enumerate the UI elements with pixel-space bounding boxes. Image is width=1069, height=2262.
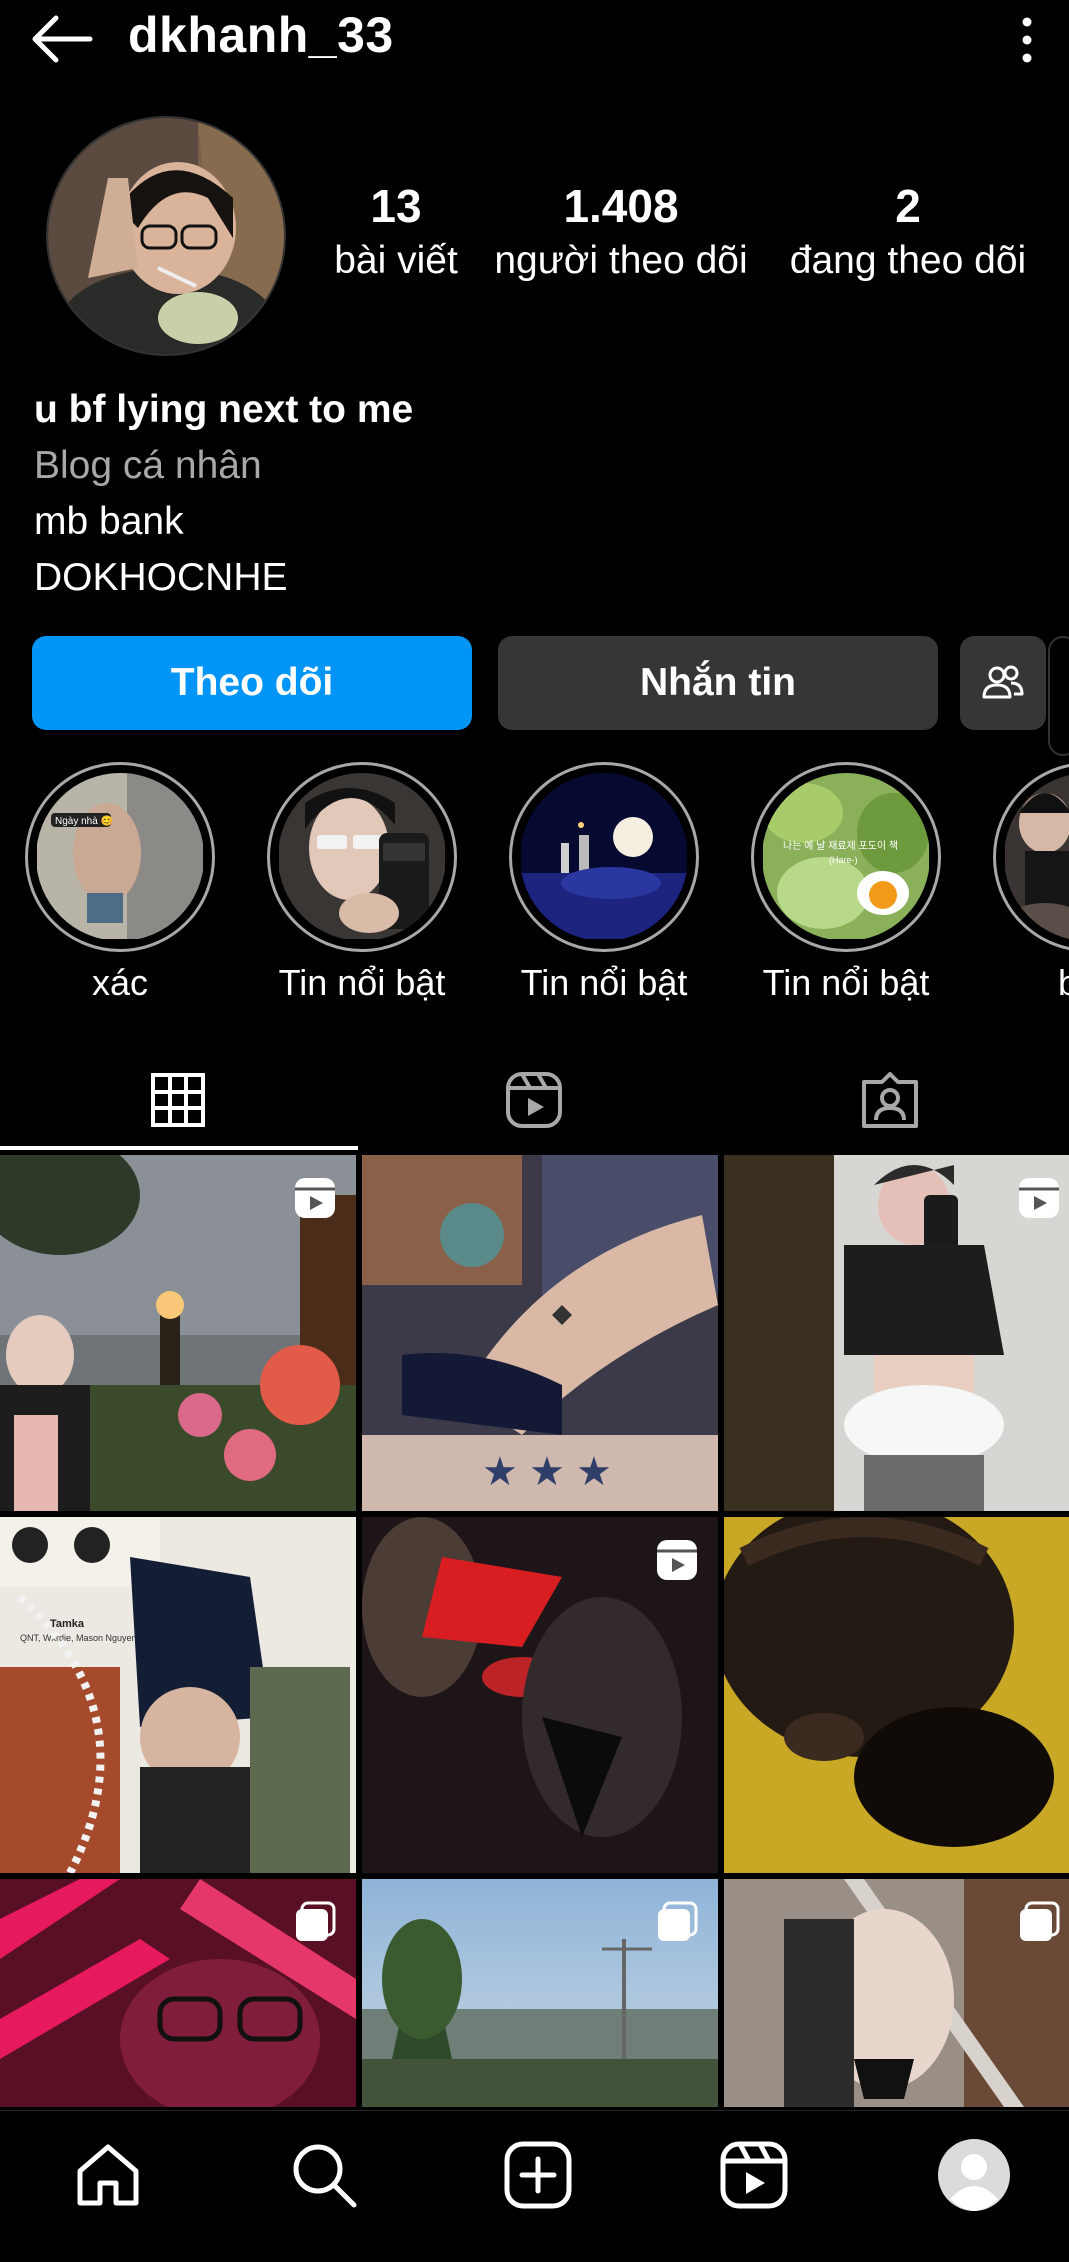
edge-card-hint <box>1048 636 1069 756</box>
highlight-label: Tin nổi bật <box>762 962 930 1003</box>
stat-following-count: 2 <box>895 180 921 232</box>
stat-following[interactable]: 2 đang theo dõi <box>776 178 1040 288</box>
tab-reels[interactable] <box>356 1050 712 1150</box>
tagged-icon <box>862 1072 918 1128</box>
stat-posts-label: bài viết <box>334 239 458 282</box>
story-highlight[interactable]: Tin nổi bật <box>262 762 462 1004</box>
stat-posts[interactable]: 13 bài viết <box>322 178 470 288</box>
profile-tabs <box>0 1050 1069 1150</box>
suggested-accounts-button[interactable] <box>960 636 1046 730</box>
post-thumbnail[interactable] <box>724 1155 1069 1511</box>
home-icon <box>77 2144 139 2206</box>
highlight-ring <box>993 762 1069 952</box>
post-thumbnail[interactable] <box>724 1879 1069 2107</box>
tab-tagged[interactable] <box>712 1050 1068 1150</box>
highlight-ring <box>267 762 457 952</box>
stat-followers-label: người theo dõi <box>494 239 748 282</box>
stat-followers-count: 1.408 <box>563 180 679 232</box>
highlight-cover: Ngày nhà 😊 <box>36 773 204 941</box>
reel-badge-icon <box>1019 1178 1059 1218</box>
post-thumbnail[interactable]: ★ ★ ★ <box>362 1155 718 1511</box>
post-thumbnail[interactable] <box>0 1155 356 1511</box>
reel-badge-icon <box>657 1540 697 1580</box>
nav-home[interactable] <box>68 2135 148 2215</box>
reels-icon <box>506 1072 562 1128</box>
stat-following-label: đang theo dõi <box>789 239 1027 282</box>
profile-bio: u bf lying next to me Blog cá nhân mb ba… <box>34 382 1034 606</box>
bottom-navigation <box>0 2110 1069 2262</box>
add-people-icon <box>982 665 1024 699</box>
nav-create[interactable] <box>498 2135 578 2215</box>
reels-icon <box>720 2141 788 2209</box>
highlight-cover <box>278 773 446 941</box>
highlight-label: bán <box>1057 962 1069 1003</box>
profile-header: dkhanh_33 <box>0 0 1069 80</box>
highlight-cover: 나는 예 날 재료제 포도이 책 (Hare-) <box>762 773 930 941</box>
multiple-photos-icon <box>296 1901 336 1941</box>
nav-reels[interactable] <box>714 2135 794 2215</box>
post-caption: Tamka <box>50 1618 85 1630</box>
profile-icon <box>938 2139 1010 2211</box>
active-tab-indicator <box>0 1146 358 1150</box>
story-highlight[interactable]: Ngày nhà 😊 xác <box>20 762 220 1004</box>
post-thumbnail[interactable] <box>0 1879 356 2107</box>
post-thumbnail[interactable]: Tamka QNT, Wxrdie, Mason Nguyen <box>0 1517 356 1873</box>
posts-grid: ★ ★ ★ Tamka QNT, Wxrdie, Mason Nguyen <box>0 1155 1069 2107</box>
multiple-photos-icon <box>1020 1901 1060 1941</box>
stat-followers[interactable]: 1.408 người theo dõi <box>482 178 760 288</box>
profile-avatar[interactable] <box>46 116 286 356</box>
reel-badge-icon <box>295 1178 335 1218</box>
svg-text:★ ★ ★: ★ ★ ★ <box>482 1450 612 1494</box>
grid-icon <box>151 1073 205 1127</box>
story-highlight[interactable]: bán <box>988 762 1069 1004</box>
post-thumbnail[interactable] <box>362 1517 718 1873</box>
stat-posts-count: 13 <box>370 180 422 232</box>
highlight-label: Tin nổi bật <box>520 962 688 1003</box>
bio-category: Blog cá nhân <box>34 444 262 487</box>
bio-line-1: mb bank <box>34 500 184 543</box>
highlight-cover <box>520 773 688 941</box>
story-highlight[interactable]: Tin nổi bật <box>504 762 704 1004</box>
post-thumbnail[interactable] <box>362 1879 718 2107</box>
bio-line-2: DOKHOCNHE <box>34 556 288 599</box>
highlight-ring <box>509 762 699 952</box>
bio-name: u bf lying next to me <box>34 388 414 431</box>
more-options-icon[interactable] <box>1015 16 1039 64</box>
story-highlight[interactable]: 나는 예 날 재료제 포도이 책 (Hare-) Tin nổi bật <box>746 762 946 1004</box>
highlight-caption: (Hare-) <box>829 855 858 865</box>
follow-button[interactable]: Theo dõi <box>32 636 472 730</box>
post-thumbnail[interactable] <box>724 1517 1069 1873</box>
nav-search[interactable] <box>284 2135 364 2215</box>
search-icon <box>293 2144 357 2208</box>
message-button[interactable]: Nhắn tin <box>498 636 938 730</box>
avatar-image <box>48 118 284 354</box>
post-caption: QNT, Wxrdie, Mason Nguyen <box>20 1633 137 1643</box>
highlight-cover <box>1004 773 1069 941</box>
highlight-ring: 나는 예 날 재료제 포도이 책 (Hare-) <box>751 762 941 952</box>
highlight-caption: Ngày nhà 😊 <box>55 815 113 827</box>
tab-posts-grid[interactable] <box>0 1050 356 1150</box>
multiple-photos-icon <box>658 1901 698 1941</box>
create-icon <box>504 2141 572 2209</box>
profile-username: dkhanh_33 <box>128 7 394 63</box>
highlight-label: Tin nổi bật <box>278 962 446 1003</box>
highlight-ring: Ngày nhà 😊 <box>25 762 215 952</box>
highlight-caption: 나는 예 날 재료제 포도이 책 <box>783 840 898 852</box>
back-arrow-icon[interactable] <box>30 14 94 64</box>
highlight-label: xác <box>91 962 149 1003</box>
nav-profile[interactable] <box>934 2135 1014 2215</box>
